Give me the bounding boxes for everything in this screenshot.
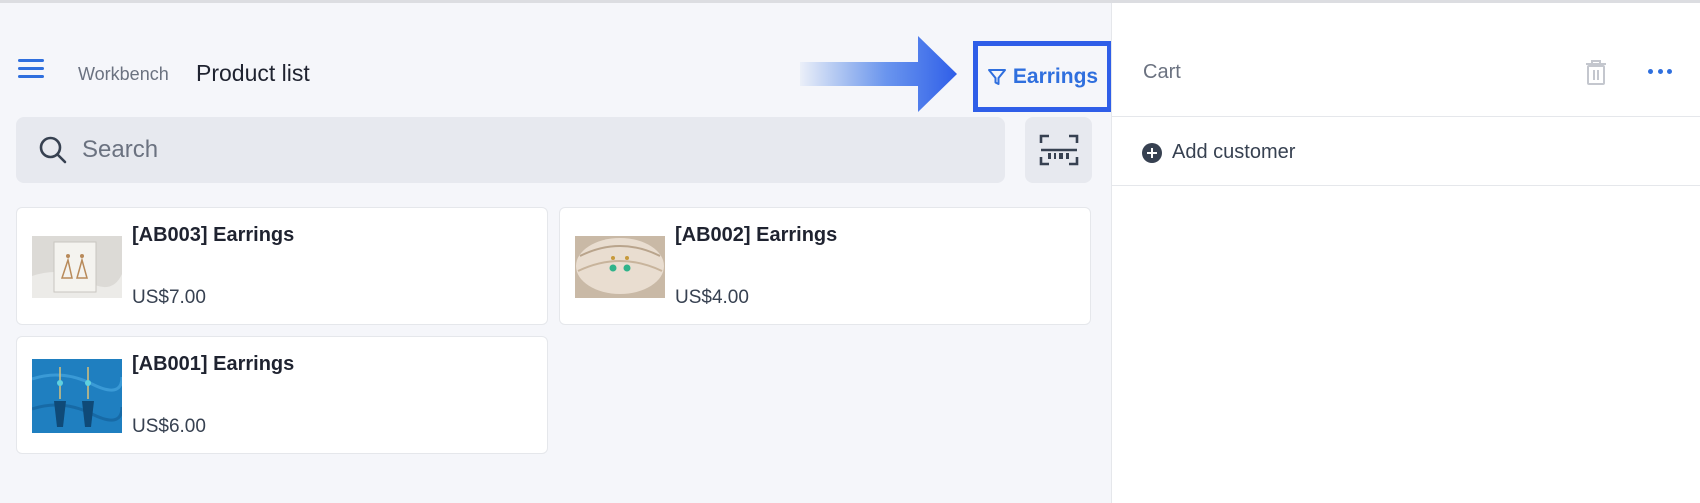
menu-icon[interactable]: [18, 59, 44, 81]
plus-circle-icon: [1142, 142, 1162, 163]
product-image: [32, 236, 122, 298]
divider: [1112, 185, 1700, 186]
category-filter-button[interactable]: Earrings: [973, 41, 1112, 112]
filter-icon: [987, 68, 1006, 85]
filter-label: Earrings: [1012, 64, 1099, 88]
product-card[interactable]: [AB002] Earrings US$4.00: [559, 207, 1091, 325]
search-input[interactable]: [82, 129, 982, 171]
product-image: [32, 359, 122, 433]
search-bar: [16, 117, 1005, 183]
product-price: US$6.00: [132, 416, 206, 437]
barcode-scan-icon: [1039, 134, 1078, 166]
more-options-icon[interactable]: [1644, 59, 1676, 83]
product-card[interactable]: [AB001] Earrings US$6.00: [16, 336, 548, 454]
cart-title: Cart: [1143, 61, 1181, 83]
add-customer-label: Add customer: [1172, 141, 1296, 163]
search-icon: [39, 136, 67, 164]
product-card[interactable]: [AB003] Earrings US$7.00: [16, 207, 548, 325]
barcode-scan-button[interactable]: [1025, 117, 1092, 183]
product-list-panel: Workbench Product list Earrings Search […: [0, 3, 1112, 503]
product-image: [575, 236, 665, 298]
page-title: Product list: [196, 60, 310, 86]
divider: [1112, 116, 1700, 117]
trash-icon[interactable]: [1584, 58, 1608, 86]
product-name: [AB001] Earrings: [132, 353, 295, 375]
arrow-annotation-icon: [800, 36, 957, 112]
product-name: [AB003] Earrings: [132, 224, 295, 246]
cart-panel: Cart Add customer: [1111, 3, 1700, 503]
product-price: US$7.00: [132, 287, 206, 308]
product-name: [AB002] Earrings: [675, 224, 838, 246]
product-price: US$4.00: [675, 287, 749, 308]
breadcrumb[interactable]: Workbench: [78, 64, 169, 85]
add-customer-button[interactable]: Add customer: [1142, 141, 1295, 164]
